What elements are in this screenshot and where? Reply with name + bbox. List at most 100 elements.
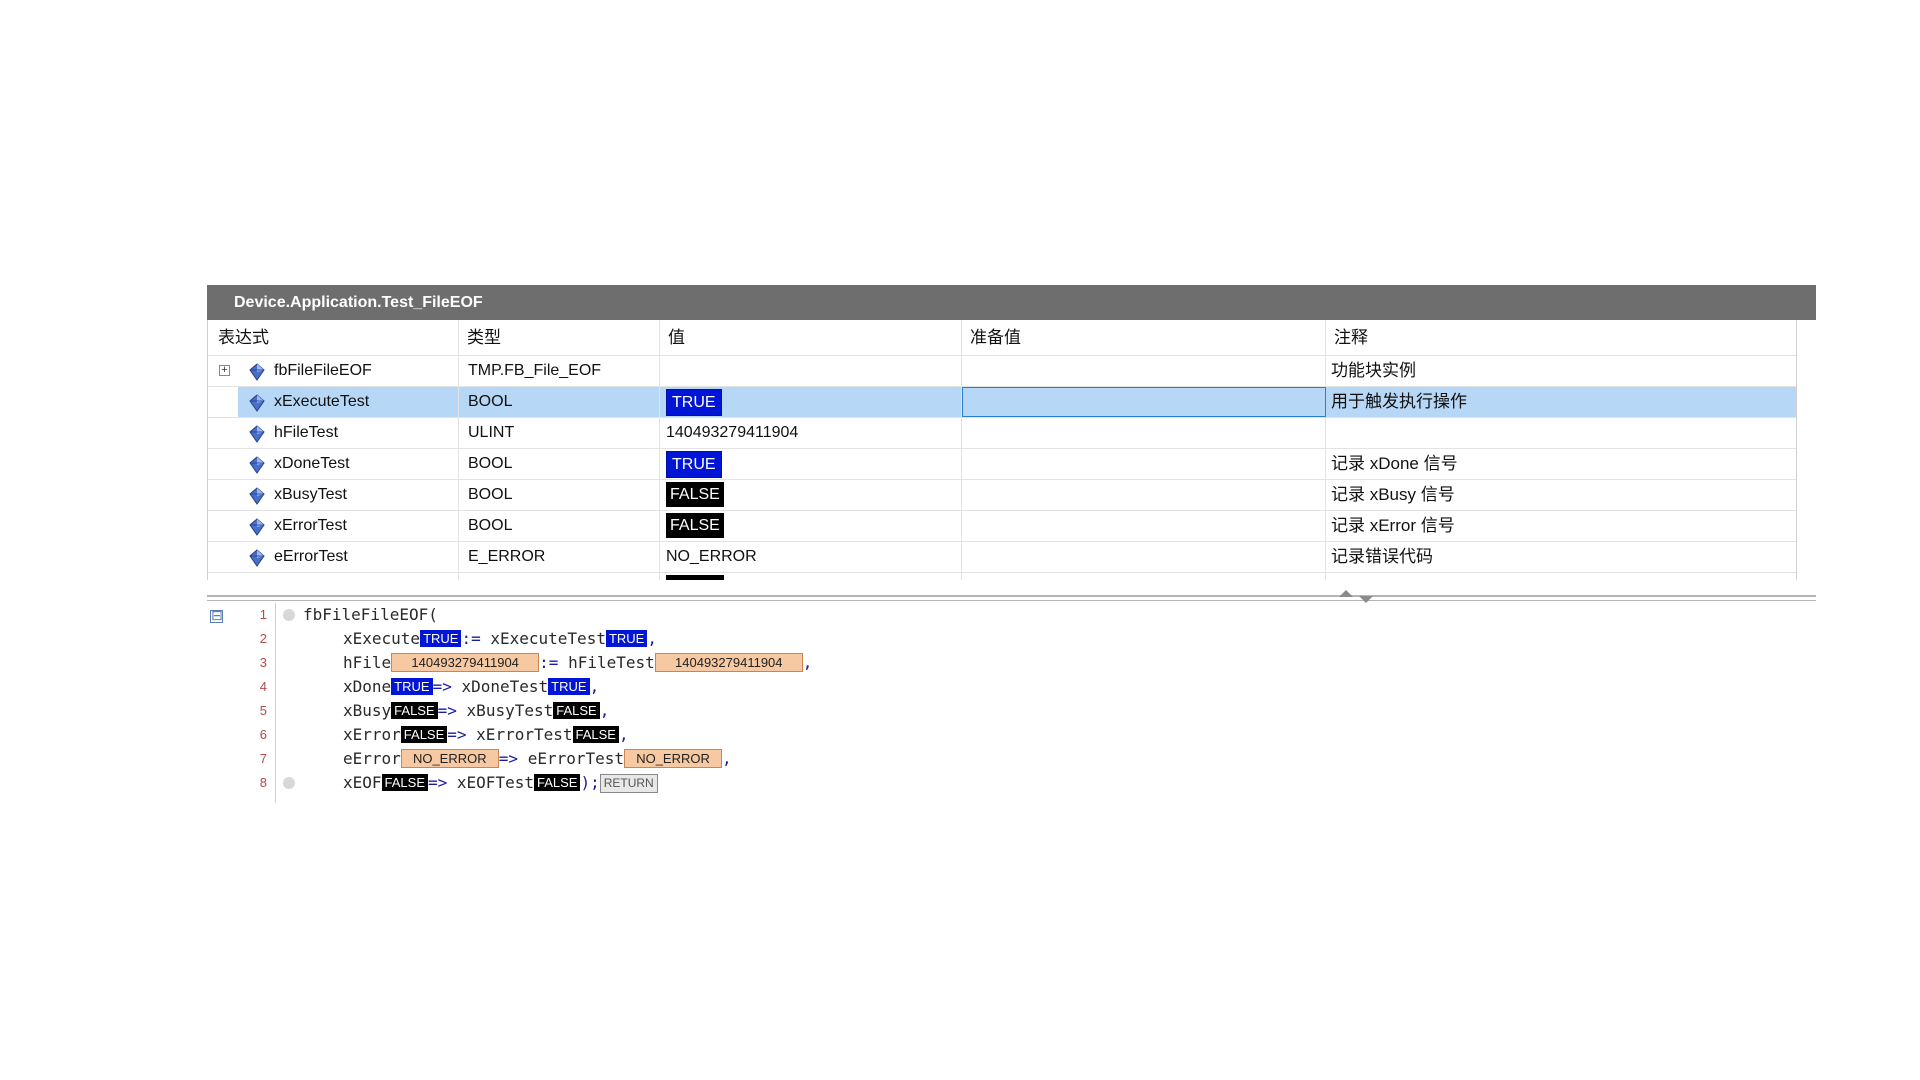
line-terminator: , — [802, 653, 813, 672]
inline-monitor-value: 140493279411904 — [391, 653, 540, 672]
value-false-badge: FALSE — [666, 482, 724, 507]
prepared-value-cell[interactable] — [962, 542, 1326, 572]
line-number: 4 — [259, 679, 267, 694]
value-cell[interactable] — [660, 356, 962, 386]
expression-cell[interactable]: xEOFTest — [208, 573, 459, 580]
prepared-value-cell[interactable] — [962, 356, 1326, 386]
type-cell: ULINT — [459, 418, 660, 448]
prepared-value-cell[interactable] — [962, 387, 1326, 417]
value-cell[interactable]: FALSE — [660, 573, 962, 580]
splitter-down-arrow-icon[interactable] — [1359, 596, 1373, 603]
value-text: NO_ERROR — [666, 548, 757, 565]
value-cell[interactable]: TRUE — [660, 387, 962, 417]
param-name: xBusy — [343, 701, 392, 720]
value-cell[interactable]: FALSE — [660, 480, 962, 510]
column-header-comment[interactable]: 注释 — [1326, 320, 1796, 355]
line-number: 6 — [259, 727, 267, 742]
prepared-value-cell[interactable] — [962, 418, 1326, 448]
code-line[interactable]: 2 xExecute TRUE:= xExecuteTest TRUE, — [207, 627, 1816, 651]
comment-cell: 记录错误代码 — [1326, 542, 1796, 572]
operator: => — [447, 725, 467, 744]
code-line[interactable]: 5 xBusy FALSE => xBusyTest FALSE, — [207, 699, 1816, 723]
table-row[interactable]: + fbFileFileEOF TMP.FB_File_EOF 功能块实例 — [208, 356, 1796, 387]
inline-monitor-value: TRUE — [605, 630, 648, 647]
table-row[interactable]: xExecuteTest BOOL TRUE 用于触发执行操作 — [208, 387, 1796, 418]
code-line[interactable]: 3 hFile 140493279411904:= hFileTest 1404932… — [207, 651, 1816, 675]
line-number: 2 — [259, 631, 267, 646]
expression-cell[interactable]: xExecuteTest — [238, 387, 459, 417]
expression-cell[interactable]: xDoneTest — [208, 449, 459, 479]
param-name: xDone — [343, 677, 392, 696]
pane-splitter[interactable] — [207, 590, 1816, 603]
line-terminator: , — [722, 749, 732, 768]
variable-icon — [249, 362, 265, 381]
variable-icon — [249, 579, 265, 580]
inline-monitor-value: FALSE — [572, 726, 619, 743]
expression-cell[interactable]: xErrorTest — [208, 511, 459, 541]
expression-name: xDoneTest — [274, 455, 350, 472]
argument-name: xErrorTest — [476, 725, 573, 744]
value-false-badge: FALSE — [666, 513, 724, 538]
return-marker: RETURN — [599, 774, 658, 793]
expression-cell[interactable]: + fbFileFileEOF — [208, 356, 459, 386]
table-row[interactable]: xDoneTest BOOL TRUE 记录 xDone 信号 — [208, 449, 1796, 480]
splitter-up-arrow-icon[interactable] — [1339, 590, 1353, 597]
comment-cell — [1326, 418, 1796, 448]
value-text: 140493279411904 — [666, 424, 799, 441]
code-text: hFile 140493279411904:= hFileTest 14049327… — [343, 651, 812, 675]
prepared-value-cell[interactable] — [962, 573, 1326, 580]
breakpoint-marker-icon[interactable] — [283, 777, 295, 789]
value-cell[interactable]: 140493279411904 — [660, 418, 962, 448]
code-line[interactable]: 6 xError FALSE => xErrorTest FALSE, — [207, 723, 1816, 747]
prepared-value-cell[interactable] — [962, 511, 1326, 541]
expression-cell[interactable]: eErrorTest — [208, 542, 459, 572]
inline-monitor-value: FALSE — [400, 726, 448, 743]
prepared-value-cell[interactable] — [962, 480, 1326, 510]
prepared-value-cell[interactable] — [962, 449, 1326, 479]
line-number: 3 — [259, 655, 267, 670]
value-cell[interactable]: TRUE — [660, 449, 962, 479]
expression-name: xBusyTest — [274, 486, 347, 503]
code-line[interactable]: 7 eError NO_ERROR => eErrorTest NO_ERROR, — [207, 747, 1816, 771]
code-line[interactable]: 4 xDone TRUE => xDoneTest TRUE, — [207, 675, 1816, 699]
inline-monitor-value: NO_ERROR — [400, 749, 499, 768]
variable-icon — [249, 393, 265, 412]
column-header-type[interactable]: 类型 — [459, 320, 660, 355]
table-row[interactable]: xBusyTest BOOL FALSE 记录 xBusy 信号 — [208, 480, 1796, 511]
line-number: 8 — [259, 775, 267, 790]
code-text: xDone TRUE => xDoneTest TRUE, — [343, 675, 599, 699]
table-row[interactable]: xEOFTest BOOL FALSE — [208, 573, 1796, 580]
column-header-value[interactable]: 值 — [660, 320, 962, 355]
expand-icon[interactable]: + — [219, 365, 230, 376]
expression-cell[interactable]: xBusyTest — [208, 480, 459, 510]
table-row[interactable]: xErrorTest BOOL FALSE 记录 xError 信号 — [208, 511, 1796, 542]
inline-monitor-value: FALSE — [533, 774, 581, 791]
param-name: xExecute — [343, 629, 421, 648]
expression-name: xErrorTest — [274, 517, 347, 534]
operator: => — [428, 773, 448, 792]
param-name: xEOF — [343, 773, 382, 792]
code-call: fbFileFileEOF( — [303, 605, 438, 624]
code-text: xEOF FALSE => xEOFTest FALSE); RETURN — [343, 771, 658, 795]
variable-icon — [249, 517, 265, 536]
table-header: 表达式 类型 值 准备值 注释 — [208, 320, 1796, 356]
table-row[interactable]: eErrorTest E_ERROR NO_ERROR 记录错误代码 — [208, 542, 1796, 573]
expression-name: xEOFTest — [274, 573, 344, 580]
value-cell[interactable]: NO_ERROR — [660, 542, 962, 572]
expression-cell[interactable]: hFileTest — [208, 418, 459, 448]
breakpoint-marker-icon[interactable] — [283, 609, 295, 621]
code-line[interactable]: 1 fbFileFileEOF( — [207, 603, 1816, 627]
line-terminator: , — [618, 725, 629, 744]
code-editor[interactable]: ⊟ 1 fbFileFileEOF(2 xExecute TRUE:= xExecut… — [207, 603, 1816, 803]
value-cell[interactable]: FALSE — [660, 511, 962, 541]
table-row[interactable]: hFileTest ULINT 140493279411904 — [208, 418, 1796, 449]
comment-cell: 用于触发执行操作 — [1326, 387, 1796, 417]
expression-name: eErrorTest — [274, 548, 348, 565]
column-header-prepared-value[interactable]: 准备值 — [962, 320, 1326, 355]
line-number: 5 — [259, 703, 267, 718]
operator: := — [539, 653, 559, 672]
column-header-expression[interactable]: 表达式 — [208, 320, 459, 355]
code-text: xBusy FALSE => xBusyTest FALSE, — [343, 699, 609, 723]
comment-cell: 记录 xBusy 信号 — [1326, 480, 1796, 510]
code-line[interactable]: 8 xEOF FALSE => xEOFTest FALSE); RETURN — [207, 771, 1816, 795]
